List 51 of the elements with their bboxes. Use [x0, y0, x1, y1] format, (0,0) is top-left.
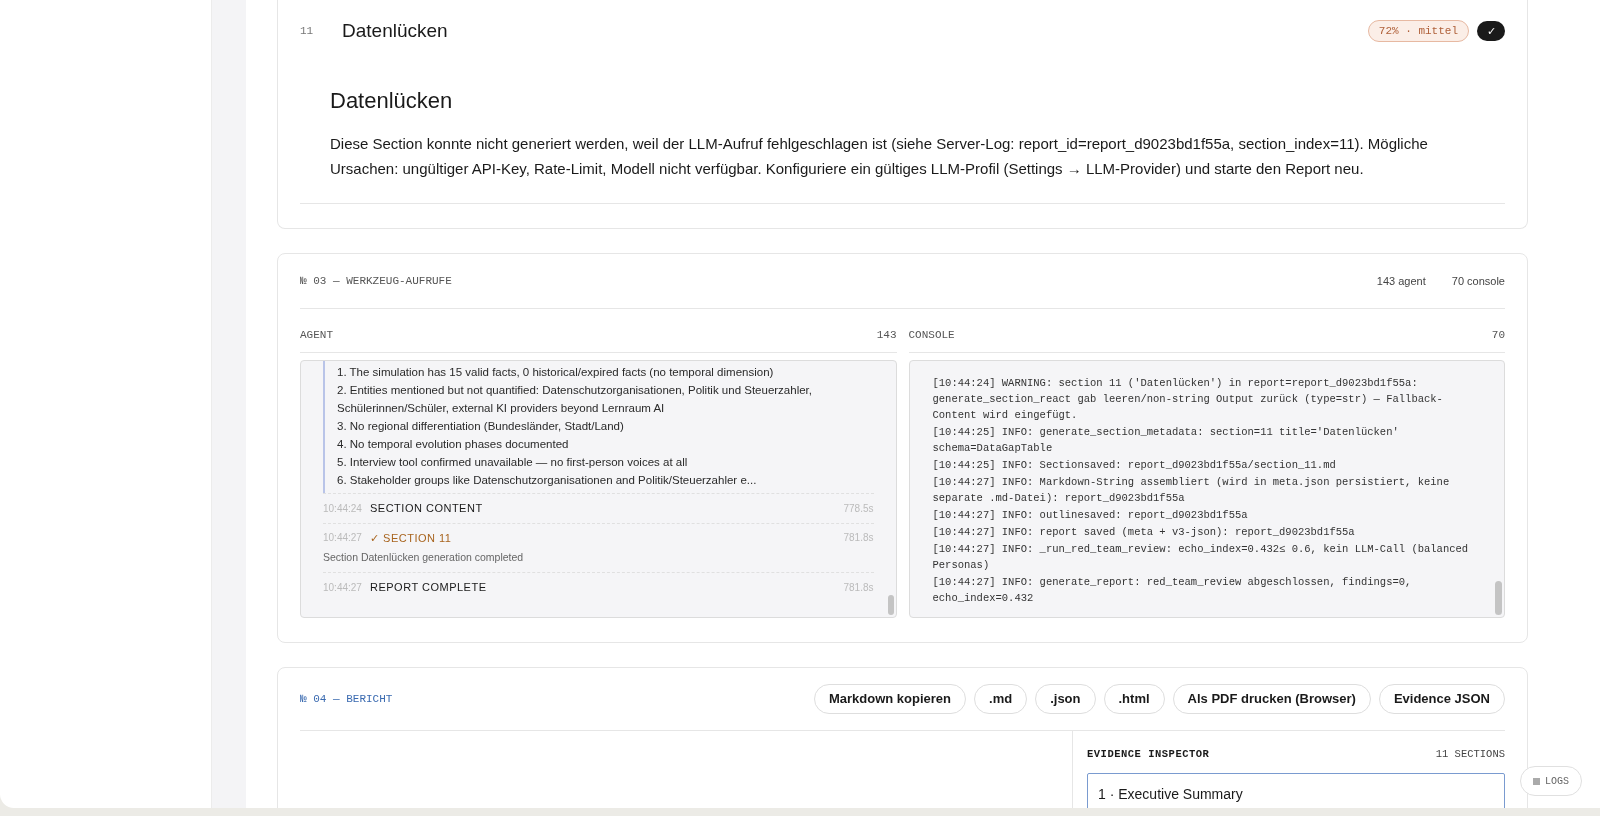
console-line: [10:44:27] INFO: Markdown-String assembliert (wird in meta.json persistiert, keine separate .md-Datei): report_d9023bd1f55a	[932, 475, 1451, 506]
quote-line: 4. No temporal evolution phases documented	[337, 437, 570, 452]
console-line: [10:44:25] INFO: generate_section_metadata: section=11 title='Datenlücken' schema=DataGapTable	[932, 425, 1400, 456]
confidence-badge: 72% · mittel	[1367, 19, 1469, 43]
count-label: 143 agent	[1376, 273, 1426, 289]
section-body: Diese Section konnte nicht generiert werden, weil der LLM-Aufruf fehlgeschlagen ist (siehe Server-Log: report_id=report_d9023bd1f55a, section_index=11). Mögliche Ursachen: ungültiger API-Key, Rate-Limit, Modell nicht verfügbar. Konfiguriere ein gültiges LLM-Profil (Settings → LLM-Provider) und starte den Report neu.	[330, 134, 1429, 179]
column-label: CONSOLE	[908, 328, 955, 344]
scrollbar-thumb[interactable]	[887, 595, 894, 615]
console-line: [10:44:27] INFO: outlinesaved: report_d9023bd1f55a	[932, 508, 1249, 523]
section-label: № 03 — WERKZEUG-AUFRUFE	[300, 273, 453, 289]
console-line: [10:44:27] INFO: _run_red_team_review: echo_index=0.432≤ 0.6, kein LLM-Call (balanced Personas)	[932, 542, 1470, 573]
event-duration: 781.8s	[843, 531, 874, 546]
export-button[interactable]: Als PDF drucken (Browser)	[1172, 684, 1371, 714]
quote-line: 6. Stakeholder groups like Datenschutzorganisationen and Politik/Steuerzahler e...	[337, 473, 758, 488]
event-time: 10:44:27	[323, 531, 363, 546]
section-select[interactable]: 1 · Executive Summary	[1087, 772, 1505, 808]
quote-line: 2. Entities mentioned but not quantified: Datenschutzorganisationen, Politik und Steuerzahler, Schülerinnen/Schüler, external KI providers beyond Lernraum AI	[337, 383, 813, 416]
console-line: [10:44:27] INFO: generate_report: red_team_review abgeschlossen, findings=0, echo_index=0.432	[932, 575, 1413, 606]
inspector-count: 11 SECTIONS	[1435, 747, 1505, 762]
section-heading: Datenlücken	[330, 87, 454, 115]
event-duration: 781.8s	[843, 580, 874, 595]
event-label: ✓ SECTION 11	[370, 530, 452, 546]
approve-button[interactable]: ✓	[1477, 21, 1505, 41]
event-time: 10:44:24	[323, 501, 363, 516]
section-number: 11	[300, 23, 315, 39]
column-count: 70	[1491, 328, 1505, 344]
quote-line: 3. No regional differentiation (Bundesländer, Stadt/Land)	[337, 419, 625, 434]
scrollbar-thumb[interactable]	[1495, 581, 1502, 615]
event-detail: Section Datenlücken generation completed	[323, 550, 525, 565]
section-label: № 04 — BERICHT	[300, 691, 394, 707]
export-button[interactable]: Markdown kopieren	[813, 684, 967, 714]
inspector-title: EVIDENCE INSPECTOR	[1087, 747, 1210, 762]
count-label: 70 console	[1451, 273, 1505, 289]
event-label: SECTION CONTENT	[370, 501, 483, 516]
export-button[interactable]: .md	[974, 684, 1028, 714]
logs-button[interactable]: LOGS	[1520, 766, 1582, 796]
quote-line: 5. Interview tool confirmed unavailable — no first-person voices at all	[337, 455, 689, 470]
console-line: [10:44:24] WARNING: section 11 ('Datenlücken') in report=report_d9023bd1f55a: generate_section_react gab leeren/non-string Output zurück (type=str) — Fallback-Content wird eingefügt.	[932, 376, 1444, 423]
event-label: REPORT COMPLETE	[370, 579, 487, 595]
column-label: AGENT	[300, 328, 333, 344]
section-title: Datenlücken	[342, 18, 448, 43]
quote-line: 1. The simulation has 15 valid facts, 0 historical/expired facts (no temporal dimension)	[337, 365, 775, 380]
export-button[interactable]: .html	[1103, 684, 1165, 714]
list-icon	[1533, 777, 1540, 785]
export-button[interactable]: Evidence JSON	[1378, 684, 1505, 714]
column-count: 143	[876, 328, 897, 344]
event-duration: 778.5s	[843, 501, 874, 516]
console-line: [10:44:27] INFO: report saved (meta + v3-json): report_d9023bd1f55a	[932, 525, 1356, 540]
export-button[interactable]: .json	[1035, 684, 1096, 714]
console-line: [10:44:25] INFO: Sectionsaved: report_d9023bd1f55a/section_11.md	[932, 458, 1337, 473]
event-time: 10:44:27	[323, 580, 363, 595]
